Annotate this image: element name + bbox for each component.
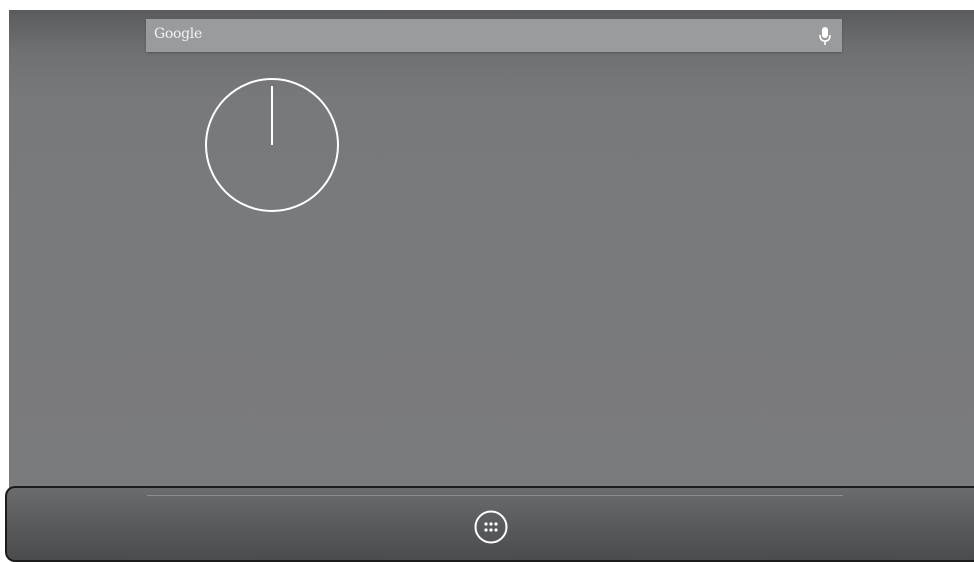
app-drawer-button[interactable] xyxy=(474,510,508,544)
search-bar-label: Google xyxy=(154,26,202,42)
dock-divider xyxy=(147,495,843,496)
analog-clock-icon xyxy=(205,78,339,212)
favorites-dock xyxy=(5,486,974,562)
android-home-screen: Google xyxy=(0,0,974,562)
analog-clock-widget[interactable] xyxy=(203,76,341,214)
google-search-bar[interactable]: Google xyxy=(146,19,842,52)
microphone-icon[interactable] xyxy=(818,26,832,46)
home-wallpaper[interactable]: Google xyxy=(9,10,974,488)
all-apps-grid-icon xyxy=(474,510,508,544)
